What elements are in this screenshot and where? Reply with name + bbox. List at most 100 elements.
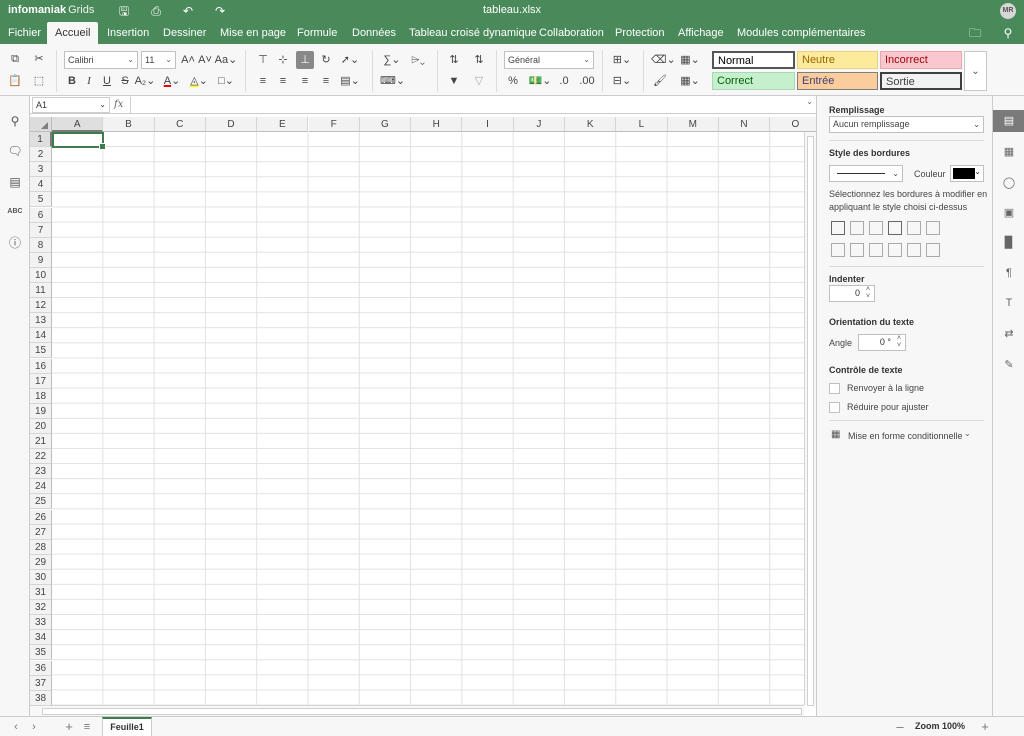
fill-select[interactable]: Aucun remplissage ⌄ bbox=[829, 116, 984, 133]
function-icon[interactable]: fx bbox=[114, 97, 128, 113]
column-header[interactable]: B bbox=[103, 117, 155, 132]
borders-icon[interactable]: □⌄ bbox=[214, 72, 238, 90]
row-header[interactable]: 22 bbox=[30, 449, 52, 465]
column-header[interactable]: D bbox=[205, 117, 258, 132]
about-icon[interactable]: ⓘ bbox=[6, 234, 24, 252]
row-header[interactable]: 35 bbox=[30, 645, 52, 661]
copy-style-icon[interactable]: 🖌 bbox=[651, 72, 669, 90]
row-header[interactable]: 19 bbox=[30, 403, 52, 419]
inner-borders-icon[interactable] bbox=[850, 221, 864, 235]
tab-protection[interactable]: Protection bbox=[607, 22, 673, 44]
font-name-select[interactable]: Calibri ⌄ bbox=[64, 51, 138, 69]
change-case-icon[interactable]: Aa⌄ bbox=[214, 51, 238, 69]
column-header[interactable]: L bbox=[616, 117, 668, 132]
font-size-select[interactable]: 11 ⌄ bbox=[141, 51, 176, 69]
inner-horizontal-icon[interactable] bbox=[907, 243, 921, 257]
indent-stepper[interactable]: 0 ˄ ˅ bbox=[829, 285, 875, 302]
image-settings-icon[interactable]: ▣ bbox=[1000, 204, 1018, 222]
zoom-in-icon[interactable]: + bbox=[978, 719, 992, 735]
paragraph-settings-icon[interactable]: ¶ bbox=[1000, 264, 1018, 282]
delete-cells-icon[interactable]: ⊟⌄ bbox=[610, 72, 634, 90]
row-header[interactable]: 26 bbox=[30, 509, 52, 525]
next-sheet-icon[interactable]: › bbox=[27, 719, 41, 735]
increase-decimal-icon[interactable]: .00 bbox=[578, 72, 596, 90]
tab-collaboration[interactable]: Collaboration bbox=[531, 22, 612, 44]
orientation-icon[interactable]: ➚⌄ bbox=[338, 51, 362, 69]
align-center-icon[interactable]: ≡ bbox=[274, 72, 292, 90]
sort-descending-icon[interactable]: ⇅ bbox=[470, 51, 488, 69]
cell-settings-icon[interactable]: ▤ bbox=[993, 110, 1024, 132]
clear-icon[interactable]: ⌫⌄ bbox=[651, 51, 676, 69]
row-header[interactable]: 13 bbox=[30, 313, 52, 329]
column-header[interactable]: K bbox=[565, 117, 617, 132]
active-cell[interactable] bbox=[52, 132, 106, 150]
row-header[interactable]: 32 bbox=[30, 600, 52, 616]
increase-font-icon[interactable]: A˄ bbox=[179, 51, 197, 69]
all-borders-icon[interactable] bbox=[831, 221, 845, 235]
row-header[interactable]: 23 bbox=[30, 464, 52, 480]
tab-accueil[interactable]: Accueil bbox=[47, 22, 99, 44]
format-as-table-icon[interactable]: ▦⌄ bbox=[678, 72, 702, 90]
tab-affichage[interactable]: Affichage bbox=[670, 22, 732, 44]
row-header[interactable]: 3 bbox=[30, 162, 52, 178]
open-location-icon[interactable]: 🗀 bbox=[966, 25, 984, 41]
underline-icon[interactable]: U bbox=[98, 72, 116, 90]
wrap-text-checkbox[interactable] bbox=[829, 383, 840, 394]
row-header[interactable]: 6 bbox=[30, 207, 52, 223]
zoom-out-icon[interactable]: – bbox=[893, 719, 907, 735]
filter-icon[interactable]: ▼ bbox=[445, 72, 463, 90]
column-header[interactable]: I bbox=[462, 117, 514, 132]
name-box[interactable]: A1 ⌄ bbox=[32, 97, 110, 113]
named-range-icon[interactable]: ⌨⌄ bbox=[380, 72, 405, 90]
pivot-settings-icon[interactable]: ⇄ bbox=[1000, 325, 1018, 343]
column-header[interactable]: A bbox=[52, 117, 104, 132]
font-color-icon[interactable]: A⌄ bbox=[160, 72, 184, 90]
stepper-arrows-icon[interactable]: ˄ ˅ bbox=[895, 335, 903, 349]
right-border-icon[interactable] bbox=[869, 243, 883, 257]
style-normal[interactable]: Normal bbox=[712, 51, 795, 69]
chat-icon[interactable]: ▤ bbox=[6, 173, 24, 191]
clear-filter-icon[interactable]: ▽ bbox=[470, 72, 488, 90]
row-header[interactable]: 37 bbox=[30, 675, 52, 691]
comments-icon[interactable]: 🗨 bbox=[6, 142, 24, 160]
text-direction-icon[interactable]: ↻ bbox=[317, 51, 335, 69]
style-neutre[interactable]: Neutre bbox=[797, 51, 878, 69]
decrease-font-icon[interactable]: A˅ bbox=[196, 51, 214, 69]
cut-icon[interactable]: ✂ bbox=[30, 50, 48, 68]
sheet-tab[interactable]: Feuille1 bbox=[102, 717, 152, 736]
subscript-icon[interactable]: A₂⌄ bbox=[134, 72, 156, 90]
row-header[interactable]: 8 bbox=[30, 237, 52, 253]
tab-fichier[interactable]: Fichier bbox=[0, 22, 49, 44]
copy-icon[interactable]: ⧉ bbox=[6, 50, 24, 68]
row-header[interactable]: 38 bbox=[30, 690, 52, 706]
select-all-corner[interactable] bbox=[30, 117, 52, 132]
horizontal-scroll-thumb[interactable] bbox=[42, 708, 802, 715]
angle-stepper[interactable]: 0 ° ˄ ˅ bbox=[858, 334, 906, 351]
row-header[interactable]: 24 bbox=[30, 479, 52, 495]
row-header[interactable]: 36 bbox=[30, 660, 52, 676]
column-header[interactable]: E bbox=[257, 117, 309, 132]
row-header[interactable]: 28 bbox=[30, 539, 52, 555]
inner-cross-icon[interactable] bbox=[869, 221, 883, 235]
row-header[interactable]: 16 bbox=[30, 358, 52, 374]
column-header[interactable]: H bbox=[411, 117, 463, 132]
inner-vertical-icon[interactable] bbox=[850, 243, 864, 257]
column-header[interactable]: F bbox=[308, 117, 360, 132]
italic-icon[interactable]: I bbox=[80, 72, 98, 90]
border-style-select[interactable]: ⌄ bbox=[829, 165, 903, 182]
tab-tableau-croise[interactable]: Tableau croisé dynamique bbox=[401, 22, 545, 44]
add-sheet-icon[interactable]: + bbox=[62, 719, 76, 735]
align-left-icon[interactable]: ≡ bbox=[254, 72, 272, 90]
paste-icon[interactable]: 📋 bbox=[6, 72, 24, 90]
merge-cells-icon[interactable]: ▤⌄ bbox=[338, 72, 362, 90]
number-format-select[interactable]: Général ⌄ bbox=[504, 51, 594, 69]
row-header[interactable]: 25 bbox=[30, 494, 52, 510]
strikethrough-icon[interactable]: S bbox=[116, 72, 134, 90]
row-header[interactable]: 7 bbox=[30, 222, 52, 238]
stepper-arrows-icon[interactable]: ˄ ˅ bbox=[864, 286, 872, 300]
shape-settings-icon[interactable]: ◯ bbox=[1000, 174, 1018, 192]
align-bottom-icon[interactable]: ⊥ bbox=[296, 51, 314, 69]
chart-settings-icon[interactable]: ▉ bbox=[1000, 234, 1018, 252]
search-icon[interactable]: ⚲ bbox=[6, 112, 24, 130]
row-header[interactable]: 29 bbox=[30, 554, 52, 570]
